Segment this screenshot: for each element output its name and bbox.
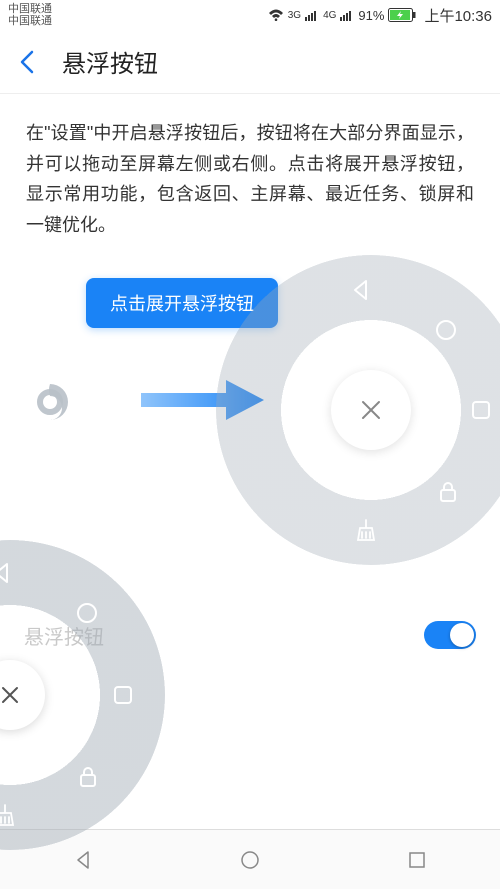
switch-knob — [450, 623, 474, 647]
nav-optimize-action[interactable] — [0, 800, 20, 830]
battery-icon — [388, 8, 416, 22]
back-triangle-icon — [346, 275, 376, 305]
floating-button-toggle[interactable] — [424, 621, 476, 649]
carrier-1: 中国联通 — [8, 3, 52, 15]
nav-back-action[interactable] — [0, 558, 17, 588]
status-right: 3G 4G 91% 上午10:36 — [268, 5, 492, 26]
content: 在"设置"中开启悬浮按钮后，按钮将在大部分界面显示，并可以拖动至屏幕左侧或右侧。… — [0, 94, 500, 570]
circle-icon — [431, 315, 461, 345]
carrier-labels: 中国联通 中国联通 — [8, 3, 52, 27]
nav-lock-action[interactable] — [73, 762, 103, 792]
signal-1-icon — [305, 9, 319, 21]
header: 悬浮按钮 — [0, 30, 500, 94]
nav-recent-button[interactable] — [401, 844, 433, 876]
description-text: 在"设置"中开启悬浮按钮后，按钮将在大部分界面显示，并可以拖动至屏幕左侧或右侧。… — [26, 118, 474, 240]
clock: 上午10:36 — [424, 5, 492, 26]
nav-recent-action[interactable] — [108, 680, 138, 710]
battery-pct: 91% — [358, 8, 384, 23]
lock-icon — [433, 477, 463, 507]
radial-center-close — [331, 370, 411, 450]
back-button[interactable] — [12, 47, 42, 77]
radial-menu-illustration — [216, 255, 500, 565]
net-4g: 4G — [323, 10, 336, 21]
square-icon — [466, 395, 496, 425]
status-bar: 中国联通 中国联通 3G 4G 91% 上午10:36 — [0, 0, 500, 30]
carrier-2: 中国联通 — [8, 15, 52, 27]
broom-icon — [351, 515, 381, 545]
wifi-icon — [268, 8, 284, 22]
floating-button-expanded[interactable] — [0, 540, 165, 850]
signal-2-icon — [340, 9, 354, 21]
nav-home-action[interactable] — [72, 598, 102, 628]
illustration: 点击展开悬浮按钮 — [26, 270, 474, 570]
collapsed-float-icon — [26, 378, 74, 426]
net-3g: 3G — [288, 10, 301, 21]
page-title: 悬浮按钮 — [62, 44, 158, 79]
nav-home-button[interactable] — [234, 844, 266, 876]
